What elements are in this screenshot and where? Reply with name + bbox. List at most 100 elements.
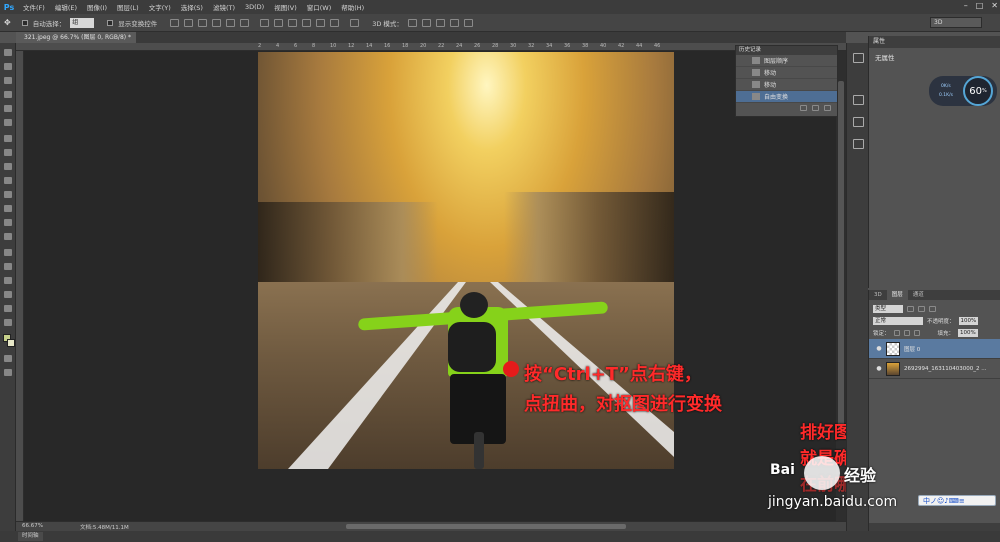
history-item[interactable]: 图层顺序 [736, 55, 837, 67]
menu-help[interactable]: 帮助(H) [336, 2, 369, 12]
filter-type-icon[interactable] [929, 306, 936, 312]
minimize-icon[interactable]: – [964, 1, 968, 10]
menu-image[interactable]: 图像(I) [82, 2, 112, 12]
filter-adjust-icon[interactable] [918, 306, 925, 312]
stamp-tool-icon[interactable] [4, 163, 12, 170]
history-brush-tool-icon[interactable] [4, 177, 12, 184]
align-hcenter-icon[interactable] [226, 18, 236, 27]
distribute-top-icon[interactable] [260, 18, 270, 27]
menu-file[interactable]: 文件(F) [18, 2, 50, 12]
tab-3d[interactable]: 3D [869, 290, 887, 300]
distribute-bottom-icon[interactable] [288, 18, 298, 27]
path-select-tool-icon[interactable] [4, 277, 12, 284]
adjustments-panel-icon[interactable] [853, 139, 864, 149]
history-item-active[interactable]: 自由变换 [736, 91, 837, 103]
close-icon[interactable]: ✕ [991, 1, 998, 10]
align-vcenter-icon[interactable] [184, 18, 194, 27]
vertical-scroll-thumb[interactable] [838, 81, 844, 431]
move-tool-icon[interactable]: ✥ [4, 18, 11, 27]
blur-tool-icon[interactable] [4, 219, 12, 226]
horizontal-scroll-thumb[interactable] [346, 524, 626, 529]
menu-view[interactable]: 视图(V) [269, 2, 302, 12]
history-panel-icon[interactable] [853, 53, 864, 63]
new-document-from-state-icon[interactable] [800, 105, 807, 111]
align-top-icon[interactable] [170, 18, 180, 27]
auto-select-dropdown[interactable]: 组 [70, 17, 95, 28]
lock-all-icon[interactable] [913, 330, 920, 336]
roll-3d-icon[interactable] [421, 18, 431, 27]
marquee-tool-icon[interactable] [4, 63, 12, 70]
zoom-tool-icon[interactable] [4, 319, 12, 326]
filter-pixel-icon[interactable] [907, 306, 914, 312]
auto-select-checkbox[interactable] [21, 19, 28, 26]
menu-edit[interactable]: 编辑(E) [50, 2, 82, 12]
background-color-swatch[interactable] [7, 339, 15, 347]
menu-layer[interactable]: 图层(L) [112, 2, 144, 12]
eye-icon[interactable]: ● [875, 345, 883, 352]
distribute-vcenter-icon[interactable] [274, 18, 284, 27]
type-tool-icon[interactable] [4, 263, 12, 270]
layer-row[interactable]: ● 图层 0 [869, 339, 1000, 359]
properties-tab[interactable]: 属性 [869, 36, 1000, 48]
layer-row[interactable]: ● 2692994_163110403000_2 ... [869, 359, 1000, 379]
document-size[interactable]: 文档:5.48M/11.1M [80, 523, 129, 531]
menu-window[interactable]: 窗口(W) [302, 2, 337, 12]
info-panel-icon[interactable] [853, 117, 864, 127]
timeline-tab[interactable]: 时间轴 [18, 532, 43, 541]
pan-3d-icon[interactable] [435, 18, 445, 27]
distribute-left-icon[interactable] [302, 18, 312, 27]
menu-type[interactable]: 文字(Y) [144, 2, 176, 12]
distribute-right-icon[interactable] [330, 18, 340, 27]
shape-tool-icon[interactable] [4, 291, 12, 298]
photoshop-window: Ps 文件(F) 编辑(E) 图像(I) 图层(L) 文字(Y) 选择(S) 滤… [0, 0, 1000, 542]
align-left-icon[interactable] [212, 18, 222, 27]
ime-toolbar[interactable]: 中ノ☺♪⌨≡ [918, 495, 996, 506]
lasso-tool-icon[interactable] [4, 77, 12, 84]
menu-filter[interactable]: 滤镜(T) [208, 2, 240, 12]
tab-layers[interactable]: 图层 [886, 290, 908, 300]
rotate-3d-icon[interactable] [407, 18, 417, 27]
layer-thumbnail [886, 341, 900, 356]
history-item[interactable]: 移动 [736, 67, 837, 79]
eye-icon[interactable]: ● [875, 365, 883, 372]
lock-pixels-icon[interactable] [893, 330, 900, 336]
upload-speed: 0K/s [941, 84, 951, 89]
align-bottom-icon[interactable] [198, 18, 208, 27]
pen-tool-icon[interactable] [4, 249, 12, 256]
brush-tool-icon[interactable] [4, 149, 12, 156]
blend-mode-dropdown[interactable]: 正常 [873, 317, 923, 325]
screen-mode-icon[interactable] [4, 369, 12, 376]
quick-select-tool-icon[interactable] [4, 91, 12, 98]
history-item[interactable]: 移动 [736, 79, 837, 91]
fill-field[interactable]: 100% [958, 329, 978, 337]
distribute-hcenter-icon[interactable] [316, 18, 326, 27]
crop-tool-icon[interactable] [4, 105, 12, 112]
scale-3d-icon[interactable] [463, 18, 473, 27]
eraser-tool-icon[interactable] [4, 191, 12, 198]
layer-kind-filter[interactable]: 类型 [873, 305, 903, 313]
healing-tool-icon[interactable] [4, 135, 12, 142]
slide-3d-icon[interactable] [449, 18, 459, 27]
opacity-field[interactable]: 100% [958, 317, 979, 325]
eyedropper-tool-icon[interactable] [4, 119, 12, 126]
document-tab[interactable]: 321.jpeg @ 66.7% (图层 0, RGB/8) * [16, 32, 136, 43]
quick-mask-icon[interactable] [4, 355, 12, 362]
trash-icon[interactable] [824, 105, 831, 111]
tool-presets-icon[interactable] [853, 95, 864, 105]
tab-channels[interactable]: 通道 [908, 290, 929, 300]
auto-align-icon[interactable] [350, 18, 360, 27]
dodge-tool-icon[interactable] [4, 233, 12, 240]
show-transform-checkbox[interactable] [107, 19, 114, 26]
lock-position-icon[interactable] [903, 330, 910, 336]
hand-tool-icon[interactable] [4, 305, 12, 312]
workspace-dropdown[interactable]: 3D [930, 17, 982, 28]
move-tool-icon[interactable] [4, 49, 12, 56]
maximize-icon[interactable]: □ [976, 1, 984, 10]
menu-bar: Ps 文件(F) 编辑(E) 图像(I) 图层(L) 文字(Y) 选择(S) 滤… [0, 0, 1000, 14]
menu-select[interactable]: 选择(S) [176, 2, 208, 12]
zoom-level[interactable]: 66.67% [22, 523, 43, 529]
menu-3d[interactable]: 3D(D) [240, 3, 269, 11]
gradient-tool-icon[interactable] [4, 205, 12, 212]
snapshot-camera-icon[interactable] [812, 105, 819, 111]
align-right-icon[interactable] [240, 18, 250, 27]
